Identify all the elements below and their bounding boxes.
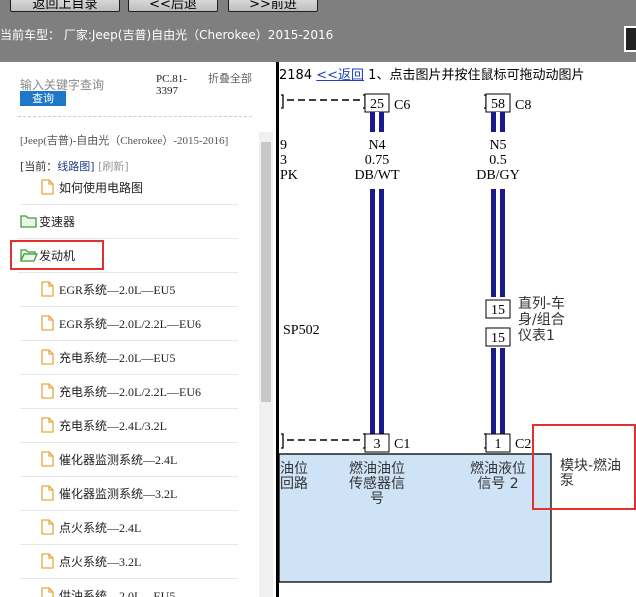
tree-item[interactable]: 点火系统—3.2L	[20, 545, 238, 579]
tree-item-label: 供油系统—2.0L—EU5	[59, 589, 176, 597]
folder-icon	[20, 215, 37, 228]
collapse-all-link[interactable]: 折叠全部	[208, 73, 254, 85]
wire-circuit: N4	[368, 138, 385, 153]
module-text: 传感器信	[349, 475, 405, 492]
tree-item-label: EGR系统—2.0L/2.2L—EU6	[59, 317, 201, 331]
search-button[interactable]: 查询	[20, 91, 66, 106]
document-icon	[41, 281, 54, 297]
pin-number: 3	[374, 437, 381, 452]
connector-bracket-left	[281, 94, 284, 109]
diagram-pane: 25 C6 58 C8 N4 0.75 DB/WT N5 0.5 DB/GY 9…	[279, 62, 636, 597]
tree-item-label: 如何使用电路图	[59, 181, 144, 195]
connector-id: C6	[394, 98, 410, 113]
tree-folder-transmission[interactable]: 变速器	[18, 205, 238, 239]
breadcrumb-model: [Jeep(吉普)-自由光（Cherokee）-2015-2016]	[20, 135, 229, 147]
current-vehicle-label: 当前车型： 厂家:Jeep(吉普)自由光（Cherokee）2015-2016	[0, 28, 334, 42]
divider	[18, 116, 252, 117]
document-icon	[41, 519, 54, 535]
document-icon	[41, 587, 54, 597]
document-icon	[41, 451, 54, 467]
cluster-label: 身/组合	[518, 312, 565, 328]
tree-item-label: EGR系统—2.0L—EU5	[59, 283, 176, 297]
module-text: 信号 2	[477, 476, 518, 492]
wire-circuit: N5	[489, 138, 506, 153]
module-text: 号	[370, 491, 384, 507]
tree-item-label: 点火系统—2.4L	[59, 521, 142, 535]
module-text: 回路	[280, 476, 308, 492]
connector-id: C2	[515, 437, 531, 452]
highlight-box	[532, 424, 636, 510]
tree-item-label: 催化器监测系统—3.2L	[59, 487, 178, 501]
page-number: 2184	[279, 68, 313, 83]
tree-item-label: 充电系统—2.0L—EU5	[59, 351, 176, 365]
connector-bracket-left	[281, 433, 284, 449]
document-icon	[41, 315, 54, 331]
tree-item[interactable]: 充电系统—2.4L/3.2L	[20, 409, 238, 443]
back-link[interactable]: <<返回	[316, 68, 364, 83]
tree-item[interactable]: 供油系统—2.0L—EU5	[20, 579, 238, 597]
tree-item[interactable]: 催化器监测系统—3.2L	[20, 477, 238, 511]
tree-item-label: 充电系统—2.0L/2.2L—EU6	[59, 385, 201, 399]
document-icon	[41, 383, 54, 399]
diagram-header: 2184 <<返回 1、点击图片并按住鼠标可拖动动图片	[279, 64, 584, 83]
cluster-label: 直列-车	[518, 295, 565, 312]
wire-partial: PK	[280, 168, 298, 183]
tree-item[interactable]: EGR系统—2.0L/2.2L—EU6	[20, 307, 238, 341]
cluster-label: 仪表1	[518, 328, 555, 344]
sidebar: 输入关键字查询 查询 PC.81-3397 折叠全部 [Jeep(吉普)-自由光…	[0, 62, 276, 597]
tree-item-label: 催化器监测系统—2.4L	[59, 453, 178, 467]
connector-id: C8	[515, 98, 531, 113]
wire-color: DB/WT	[354, 168, 400, 183]
window-control[interactable]	[624, 26, 636, 52]
document-icon	[41, 179, 54, 195]
splice-label: SP502	[283, 323, 320, 338]
top-toolbar: 返回上目录 <<后退 >>前进 当前车型： 厂家:Jeep(吉普)自由光（Che…	[0, 0, 636, 62]
back-to-directory-button[interactable]: 返回上目录	[10, 0, 120, 12]
module-text: 油位	[280, 461, 308, 477]
forward-button[interactable]: >>前进	[228, 0, 318, 12]
document-icon	[41, 553, 54, 569]
wire-partial: 9	[280, 138, 287, 153]
tree-item[interactable]: EGR系统—2.0L—EU5	[20, 273, 238, 307]
tree-item[interactable]: 催化器监测系统—2.4L	[20, 443, 238, 477]
tree-item-label: 变速器	[39, 215, 76, 229]
pin-number: 25	[370, 97, 384, 112]
pc-code: PC.81-3397	[156, 73, 187, 97]
connector-id: C1	[394, 437, 410, 452]
document-icon	[41, 417, 54, 433]
tree-item-label: 充电系统—2.4L/3.2L	[59, 419, 167, 433]
pin-number: 58	[491, 97, 505, 112]
wire-gauge: 0.75	[365, 153, 390, 168]
tree-item[interactable]: 点火系统—2.4L	[20, 511, 238, 545]
wire-gauge: 0.5	[489, 153, 507, 168]
pin-number: 15	[491, 303, 505, 318]
document-icon	[41, 349, 54, 365]
pin-number: 15	[491, 331, 505, 346]
tree-item[interactable]: 充电系统—2.0L/2.2L—EU6	[20, 375, 238, 409]
tree-item-how-to[interactable]: 如何使用电路图	[20, 171, 238, 205]
wire-color: DB/GY	[476, 168, 520, 183]
wire-stripe	[375, 112, 379, 132]
pin-number: 1	[495, 437, 502, 452]
highlight-box	[10, 240, 104, 270]
wire-partial: 3	[280, 153, 287, 168]
module-text: 燃油油位	[349, 460, 405, 477]
scrollbar-thumb[interactable]	[261, 142, 271, 402]
tree-item-label: 点火系统—3.2L	[59, 555, 142, 569]
wire-stripe	[496, 189, 500, 297]
tree-item[interactable]: 充电系统—2.0L—EU5	[20, 341, 238, 375]
document-icon	[41, 485, 54, 501]
wire-stripe	[496, 112, 500, 132]
wiring-diagram[interactable]: 25 C6 58 C8 N4 0.75 DB/WT N5 0.5 DB/GY 9…	[279, 62, 636, 597]
module-text: 燃油液位	[470, 460, 526, 477]
instruction-text: 1、点击图片并按住鼠标可拖动动图片	[368, 68, 585, 83]
wire-stripe	[375, 189, 379, 434]
back-button[interactable]: <<后退	[128, 0, 218, 12]
wire-stripe	[496, 348, 500, 434]
sidebar-scrollbar[interactable]	[259, 132, 273, 597]
